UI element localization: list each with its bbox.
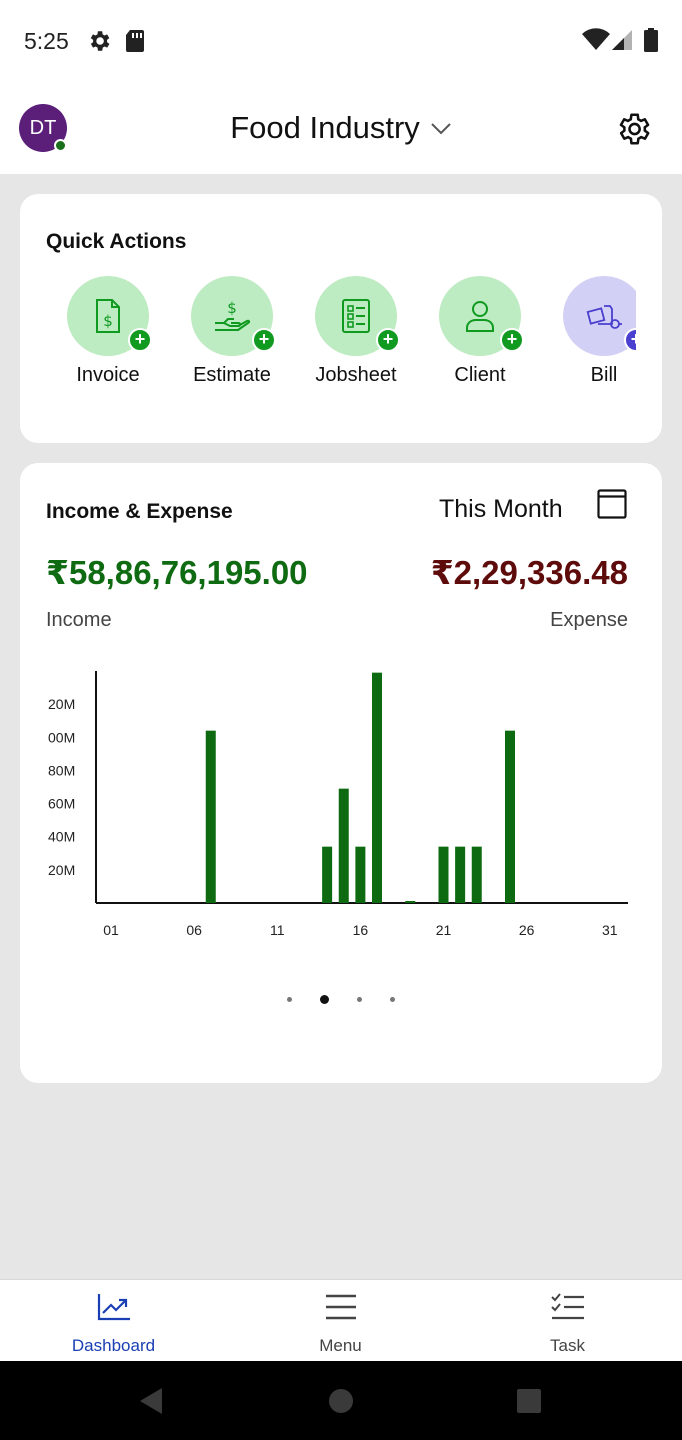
add-jobsheet-icon: + [376, 328, 400, 352]
nav-label-menu: Menu [319, 1336, 362, 1355]
quick-action-label: Client [454, 364, 506, 386]
quick-action-label: Jobsheet [315, 364, 397, 386]
chart-bar [438, 846, 449, 903]
x-tick-label: 11 [270, 922, 285, 938]
y-tick-label: 40M [48, 829, 75, 845]
chart-bar [505, 730, 515, 903]
quick-actions-card: Quick Actions $ + Invoice $ + Estimate +… [20, 194, 662, 443]
estimate-icon: $ [215, 299, 251, 331]
x-tick-label: 06 [186, 922, 202, 938]
quick-action-label: Bill [590, 364, 618, 386]
svg-text:$: $ [103, 312, 113, 330]
chart-bar [405, 901, 416, 903]
income-value: ₹58,86,76,195.00 [46, 554, 308, 591]
nav-item-dashboard[interactable]: Dashboard [0, 1280, 227, 1362]
chart-bar [372, 672, 382, 903]
income-expense-card: Income & Expense This Month ₹58,86,76,19… [20, 463, 662, 1083]
nav-label-dashboard: Dashboard [71, 1336, 156, 1355]
nav-item-task[interactable]: Task [454, 1280, 681, 1362]
y-tick-label: 60M [48, 796, 75, 812]
x-tick-label: 31 [602, 922, 618, 938]
period-selector[interactable]: This Month [439, 495, 563, 524]
expense-label: Expense [550, 609, 628, 631]
y-tick-label: 20M [48, 862, 75, 878]
x-tick-label: 21 [436, 922, 452, 938]
quick-action-estimate[interactable]: $ + Estimate [170, 276, 294, 396]
quick-actions-title: Quick Actions [46, 230, 187, 253]
bottom-navigation: Dashboard Menu Task [0, 1279, 682, 1361]
sdcard-icon [126, 30, 144, 52]
dashboard-icon [97, 1294, 130, 1321]
task-icon [550, 1293, 584, 1320]
page-dot[interactable] [287, 997, 292, 1002]
add-invoice-icon: + [128, 328, 152, 352]
chart-bar [205, 730, 216, 903]
quick-action-label: Estimate [193, 364, 271, 386]
quick-action-invoice[interactable]: $ + Invoice [46, 276, 170, 396]
chart-bar [322, 846, 333, 903]
home-icon[interactable] [328, 1388, 354, 1414]
settings-gear-icon[interactable] [614, 110, 652, 148]
recents-icon[interactable] [516, 1388, 542, 1414]
chevron-down-icon [431, 123, 451, 135]
client-icon [466, 301, 494, 332]
calendar-icon[interactable] [597, 489, 627, 519]
menu-icon [325, 1294, 356, 1320]
chart-bar [338, 788, 349, 903]
x-tick-label: 16 [353, 922, 369, 938]
y-tick-label: 80M [48, 762, 75, 778]
x-tick-label: 26 [519, 922, 535, 938]
gear-icon [90, 31, 110, 51]
page-title: Food Industry [230, 110, 420, 145]
expense-value: ₹2,29,336.48 [430, 554, 628, 591]
battery-icon [644, 28, 658, 52]
quick-actions-row[interactable]: $ + Invoice $ + Estimate + Jobsheet + Cl… [20, 276, 636, 406]
quick-action-bill[interactable]: + Bill [542, 276, 636, 396]
quick-action-label: Invoice [76, 364, 140, 386]
svg-text:$: $ [227, 299, 237, 317]
income-bar-chart: 20M 40M 60M 80M 00M 20M 01 06 11 16 21 26 31 [48, 671, 628, 938]
x-tick-label: 01 [103, 922, 119, 938]
status-time: 5:25 [24, 28, 69, 54]
page-dot[interactable] [320, 995, 329, 1004]
y-tick-label: 20M [48, 696, 75, 712]
back-icon[interactable] [138, 1387, 164, 1415]
app-header: DT Food Industry [0, 84, 682, 174]
signal-icon [612, 30, 632, 50]
quick-action-jobsheet[interactable]: + Jobsheet [294, 276, 418, 396]
page-dot[interactable] [390, 997, 395, 1002]
chart-bar [471, 846, 482, 903]
jobsheet-icon [342, 299, 370, 333]
quick-action-client[interactable]: + Client [418, 276, 542, 396]
wifi-icon [582, 28, 610, 50]
chart-bar [455, 846, 466, 903]
income-label: Income [46, 609, 112, 631]
nav-label-task: Task [550, 1336, 585, 1355]
status-bar: 5:25 [0, 0, 682, 84]
page-indicator[interactable] [20, 995, 662, 1004]
page-dot[interactable] [357, 997, 362, 1002]
invoice-icon: $ [96, 299, 120, 333]
y-tick-label: 00M [48, 729, 75, 745]
add-client-icon: + [500, 328, 524, 352]
chart-bar [355, 846, 366, 903]
system-navigation-bar [0, 1361, 682, 1440]
business-selector[interactable]: Food Industry [0, 110, 682, 146]
nav-item-menu[interactable]: Menu [227, 1280, 454, 1362]
add-estimate-icon: + [252, 328, 276, 352]
bill-icon [586, 305, 622, 329]
income-expense-title: Income & Expense [46, 500, 233, 523]
